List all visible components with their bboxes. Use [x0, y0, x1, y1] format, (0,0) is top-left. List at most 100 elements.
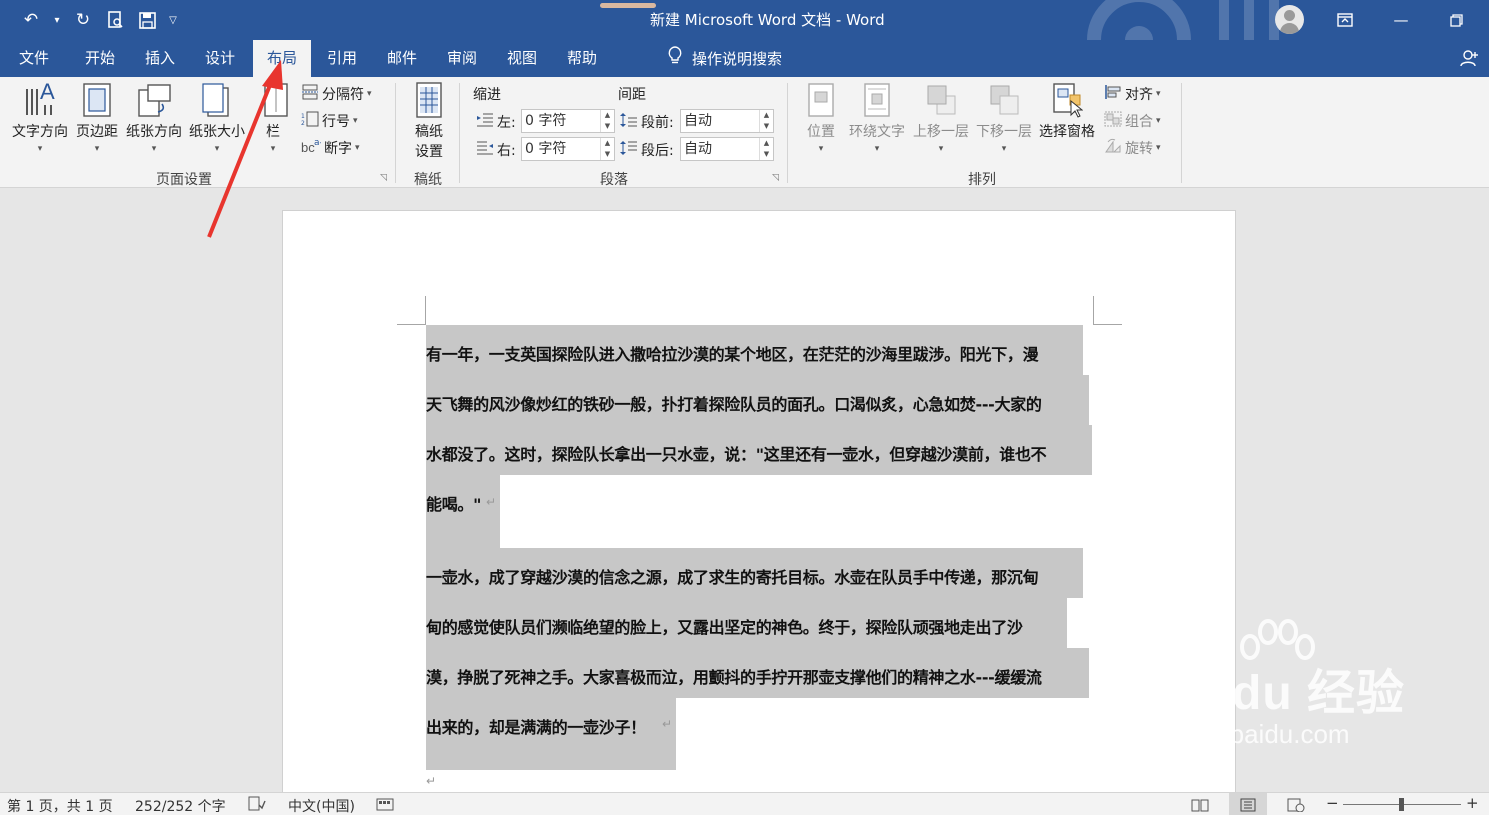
draft-paper-settings-button[interactable]: 稿纸 设置	[408, 81, 450, 161]
tell-me-label: 操作说明搜索	[692, 50, 783, 68]
zoom-slider-thumb[interactable]	[1399, 798, 1404, 811]
doc-line[interactable]: 出来的，却是满满的一壶沙子！	[426, 714, 646, 738]
send-backward-label: 下移一层	[976, 124, 1032, 140]
paragraph-mark: ↵	[662, 717, 673, 731]
align-icon	[1104, 84, 1122, 104]
status-bar: 第 1 页，共 1 页 252/252 个字 中文(中国) − +	[0, 792, 1489, 815]
tab-insert[interactable]: 插入	[134, 40, 186, 77]
spin-arrows-icon[interactable]: ▲ ▼	[759, 138, 773, 160]
title-bar: ↶ ▾ ↻ ▽ 新建 Microsoft Word 文档 - Word —	[0, 0, 1489, 40]
indent-right-input[interactable]: 0 字符 ▲ ▼	[521, 137, 615, 161]
columns-label: 栏	[266, 124, 280, 140]
share-user-icon[interactable]	[1460, 49, 1478, 71]
restore-icon[interactable]	[1438, 6, 1474, 34]
selection-pane-button[interactable]: 选择窗格	[1037, 81, 1097, 141]
lightbulb-icon	[668, 40, 682, 77]
tab-mailings[interactable]: 邮件	[376, 40, 428, 77]
doc-line[interactable]: 天飞舞的风沙像炒红的铁砂一般，扑打着探险队员的面孔。口渴似炙，心急如焚---大家…	[426, 391, 1042, 415]
page-count[interactable]: 第 1 页，共 1 页	[7, 796, 113, 815]
zoom-out-icon[interactable]: −	[1326, 794, 1339, 812]
columns-button[interactable]: 栏 ▾	[258, 81, 288, 154]
align-button[interactable]: 对齐 ▾	[1104, 84, 1161, 104]
position-button[interactable]: 位置 ▾	[802, 81, 840, 154]
tell-me-search[interactable]: 操作说明搜索	[668, 40, 782, 77]
size-button[interactable]: 纸张大小 ▾	[187, 81, 247, 154]
tab-design[interactable]: 设计	[194, 40, 246, 77]
indent-left-input[interactable]: 0 字符 ▲ ▼	[521, 109, 615, 133]
tab-help[interactable]: 帮助	[556, 40, 608, 77]
spacing-after-icon	[620, 140, 638, 160]
read-mode-icon[interactable]	[1181, 793, 1219, 815]
tab-references[interactable]: 引用	[316, 40, 368, 77]
paw-logo-icon	[1240, 619, 1315, 660]
crop-mark	[425, 296, 426, 325]
tab-view[interactable]: 视图	[496, 40, 548, 77]
orientation-button[interactable]: 纸张方向 ▾	[124, 81, 184, 154]
ribbon-display-options-icon[interactable]	[1327, 6, 1363, 34]
spin-arrows-icon[interactable]: ▲ ▼	[600, 110, 614, 132]
breaks-button[interactable]: 分隔符 ▾	[301, 84, 372, 104]
save-icon[interactable]	[134, 8, 160, 32]
undo-dropdown-icon[interactable]: ▾	[50, 8, 64, 32]
spin-arrows-icon[interactable]: ▲ ▼	[759, 110, 773, 132]
tab-file[interactable]: 文件	[8, 40, 60, 77]
spacing-before-label: 段前:	[641, 115, 674, 131]
arrange-group-label: 排列	[968, 172, 996, 188]
draft-paper-settings-label-2: 设置	[415, 144, 443, 160]
account-avatar[interactable]	[1275, 5, 1304, 34]
spin-arrows-icon[interactable]: ▲ ▼	[600, 138, 614, 160]
indent-left-row: 左:	[476, 112, 516, 132]
spacing-after-input[interactable]: 自动 ▲ ▼	[680, 137, 774, 161]
tab-review[interactable]: 审阅	[436, 40, 488, 77]
zoom-in-icon[interactable]: +	[1466, 794, 1479, 812]
redo-icon[interactable]: ↻	[70, 8, 96, 32]
baidu-jingyan-watermark: Bai du 经验 jingyan.baidu.com	[1140, 619, 1405, 750]
doc-line[interactable]: 能喝。"	[426, 491, 481, 515]
print-layout-icon[interactable]	[1229, 793, 1267, 815]
language-indicator[interactable]: 中文(中国)	[288, 796, 355, 815]
rotate-button[interactable]: 旋转 ▾	[1104, 138, 1161, 158]
customize-qat-icon[interactable]: ▽	[166, 8, 180, 32]
spacing-after-value: 自动	[684, 141, 712, 157]
page-setup-launcher-icon[interactable]: ◹	[380, 173, 387, 183]
document-area[interactable]: 有一年，一支英国探险队进入撒哈拉沙漠的某个地区，在茫茫的沙海里跋涉。阳光下，漫 …	[0, 188, 1489, 792]
macro-icon[interactable]	[376, 796, 394, 815]
proofing-icon[interactable]	[248, 796, 266, 815]
undo-icon[interactable]: ↶	[18, 8, 44, 32]
chevron-down-icon: ▾	[355, 143, 360, 153]
word-count[interactable]: 252/252 个字	[135, 796, 226, 815]
doc-line[interactable]: 一壶水，成了穿越沙漠的信念之源，成了求生的寄托目标。水壶在队员手中传递，那沉甸	[426, 564, 1039, 588]
spacing-before-icon	[620, 112, 638, 132]
margins-button[interactable]: 页边距 ▾	[74, 81, 120, 154]
group-objects-icon	[1104, 111, 1122, 131]
draft-paper-settings-label-1: 稿纸	[415, 124, 443, 140]
minimize-icon[interactable]: —	[1383, 6, 1419, 34]
align-label: 对齐	[1125, 87, 1153, 103]
tab-layout[interactable]: 布局	[253, 40, 311, 77]
print-preview-icon[interactable]	[102, 8, 128, 32]
tab-home[interactable]: 开始	[74, 40, 126, 77]
send-backward-button[interactable]: 下移一层 ▾	[974, 81, 1034, 154]
chevron-down-icon: ▾	[938, 144, 944, 154]
line-numbers-button[interactable]: 12 行号 ▾	[301, 111, 358, 131]
hyphenation-button[interactable]: bca- 断字 ▾	[301, 138, 360, 158]
doc-line[interactable]: 漠，挣脱了死神之手。大家喜极而泣，用颤抖的手拧开那壶支撑他们的精神之水---缓缓…	[426, 664, 1042, 688]
paragraph-launcher-icon[interactable]: ◹	[772, 173, 779, 183]
indent-right-value: 0 字符	[525, 141, 567, 157]
doc-line[interactable]: 甸的感觉使队员们濒临绝望的脸上，又露出坚定的神色。终于，探险队顽强地走出了沙	[426, 614, 1023, 638]
wrap-text-button[interactable]: 环绕文字 ▾	[846, 81, 908, 154]
text-direction-label: 文字方向	[12, 124, 68, 140]
breaks-label: 分隔符	[322, 87, 364, 103]
group-objects-button[interactable]: 组合 ▾	[1104, 111, 1161, 131]
chevron-down-icon: ▾	[874, 144, 880, 154]
text-direction-button[interactable]: A 文字方向 ▾	[10, 81, 70, 154]
hyphenation-label: 断字	[324, 141, 352, 157]
chevron-down-icon: ▾	[94, 144, 100, 154]
web-layout-icon[interactable]	[1277, 793, 1315, 815]
doc-line[interactable]: 水都没了。这时，探险队长拿出一只水壶，说："这里还有一壶水，但穿越沙漠前，谁也不	[426, 441, 1047, 465]
spacing-before-input[interactable]: 自动 ▲ ▼	[680, 109, 774, 133]
doc-line[interactable]: 有一年，一支英国探险队进入撒哈拉沙漠的某个地区，在茫茫的沙海里跋涉。阳光下，漫	[426, 341, 1039, 365]
bring-forward-button[interactable]: 上移一层 ▾	[911, 81, 971, 154]
chevron-down-icon: ▾	[818, 144, 824, 154]
selection-pane-icon	[1049, 81, 1085, 119]
